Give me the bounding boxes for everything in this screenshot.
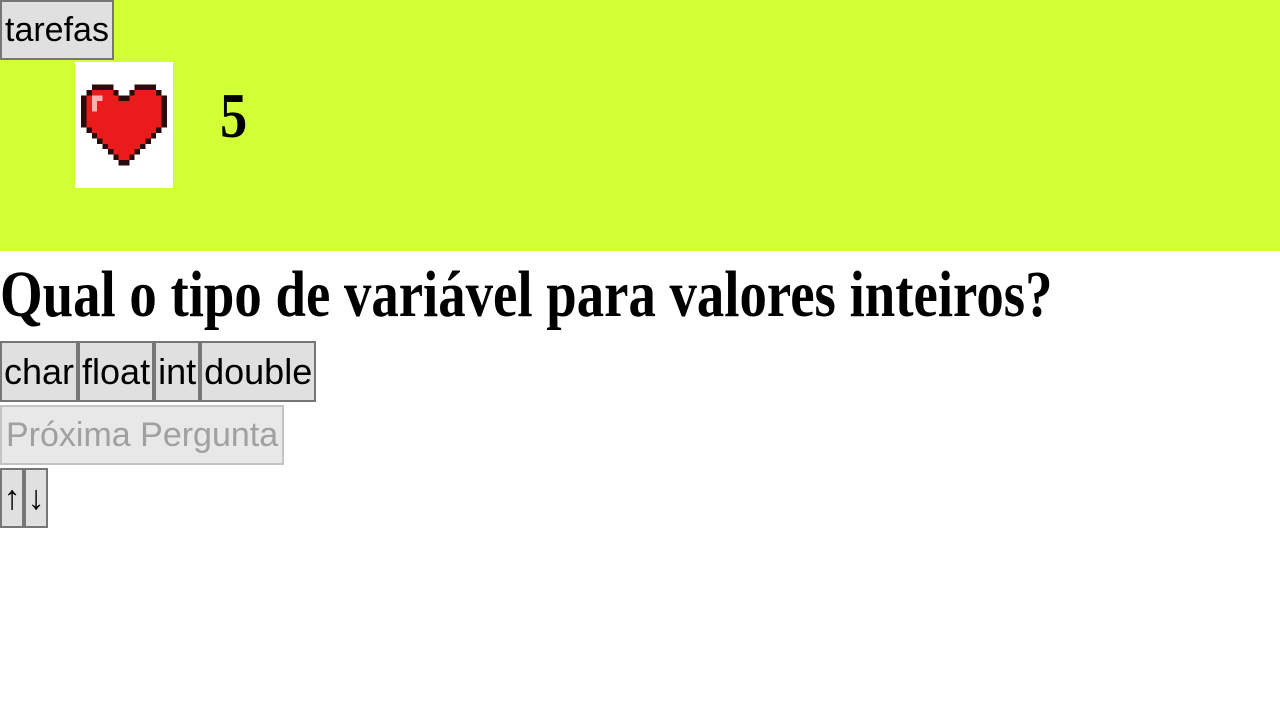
answer-int-button[interactable]: int (154, 341, 201, 402)
down-arrow-button[interactable]: ↓ (24, 468, 48, 528)
header-bar: tarefas 5 (0, 0, 1280, 251)
answer-options: char float int double (0, 341, 317, 402)
next-question-button[interactable]: Próxima Pergunta (0, 405, 285, 465)
answer-char-button[interactable]: char (0, 341, 79, 402)
heart-icon-graphic (81, 84, 167, 166)
up-arrow-button[interactable]: ↑ (0, 468, 24, 528)
question-title: Qual o tipo de variável para valores int… (0, 258, 1053, 331)
scroll-controls: ↑ ↓ (0, 468, 48, 528)
answer-float-button[interactable]: float (78, 341, 155, 402)
lives-count: 5 (220, 80, 248, 151)
tasks-button[interactable]: tarefas (0, 0, 114, 60)
answer-double-button[interactable]: double (200, 341, 317, 402)
heart-icon (75, 62, 173, 188)
